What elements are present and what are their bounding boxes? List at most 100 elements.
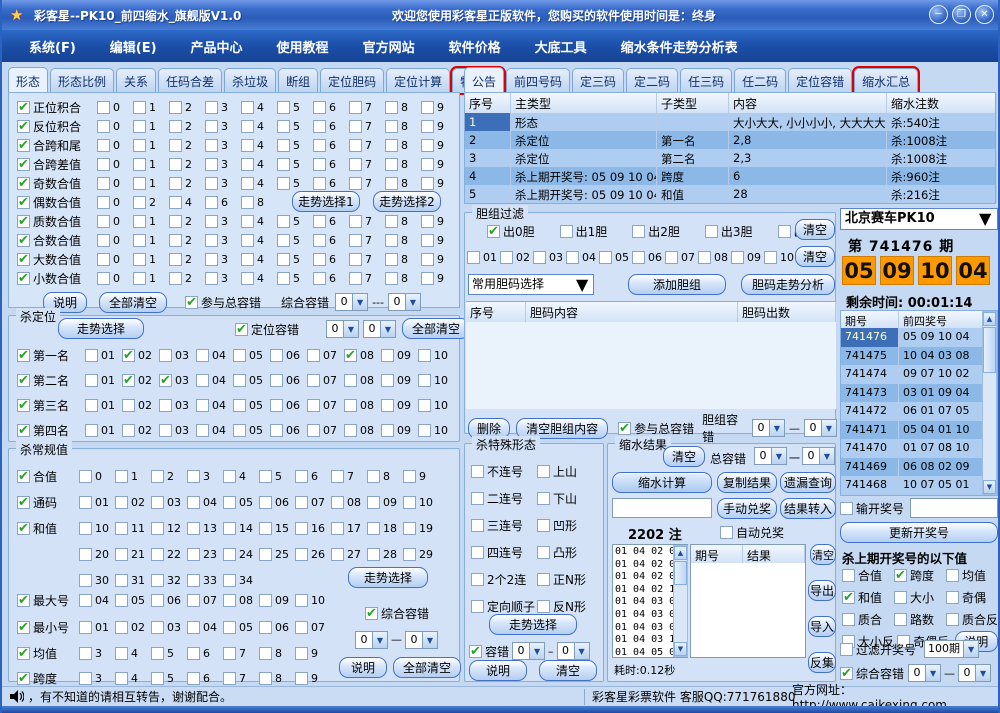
checkbox-box[interactable]: [169, 215, 182, 228]
checkbox-box[interactable]: [560, 225, 573, 238]
result-transfer-button[interactable]: 结果转入: [780, 498, 836, 519]
dan-number-checkbox[interactable]: 04: [566, 251, 599, 264]
checkbox-box[interactable]: [840, 643, 853, 656]
checkbox-box[interactable]: [259, 672, 272, 685]
option-checkbox[interactable]: 8: [385, 177, 408, 190]
option-checkbox[interactable]: 04: [196, 424, 226, 437]
option-checkbox[interactable]: 26: [295, 548, 325, 561]
option-checkbox[interactable]: 10: [418, 424, 448, 437]
checkbox-box[interactable]: [259, 594, 272, 607]
scroll-thumb[interactable]: [674, 561, 687, 585]
option-checkbox[interactable]: 7: [349, 101, 372, 114]
copy-result-button[interactable]: 复制结果: [717, 472, 777, 493]
table-row[interactable]: 74146810 07 05 01: [841, 476, 997, 495]
checkbox-box[interactable]: [418, 374, 431, 387]
option-checkbox[interactable]: 02: [122, 399, 152, 412]
menu-item[interactable]: 产品中心: [174, 37, 260, 56]
checkbox-box[interactable]: [840, 502, 853, 515]
menu-item[interactable]: 编辑(E): [93, 37, 174, 56]
checkbox-box[interactable]: [187, 647, 200, 660]
checkbox-box[interactable]: [241, 177, 254, 190]
checkbox-box[interactable]: [295, 672, 308, 685]
tab-前四号码[interactable]: 前四号码: [506, 68, 570, 93]
option-checkbox[interactable]: 0: [97, 215, 120, 228]
checkbox-box[interactable]: [196, 399, 209, 412]
checkbox-box[interactable]: [205, 272, 218, 285]
checkbox-box[interactable]: [277, 177, 290, 190]
checkbox-box[interactable]: [133, 120, 146, 133]
checkbox-box[interactable]: [537, 465, 550, 478]
option-checkbox[interactable]: 12: [151, 522, 181, 535]
option-checkbox[interactable]: 1: [133, 120, 156, 133]
checkbox-box[interactable]: ✔: [487, 225, 500, 238]
option-checkbox[interactable]: 09: [381, 374, 411, 387]
checkbox-box[interactable]: [115, 522, 128, 535]
kill-option-checkbox[interactable]: 质合反: [946, 611, 998, 628]
row-enable-checkbox[interactable]: ✔第四名: [17, 422, 69, 439]
checkbox-box[interactable]: [223, 470, 236, 483]
option-checkbox[interactable]: 2: [169, 177, 192, 190]
checkbox-box[interactable]: [385, 120, 398, 133]
option-checkbox[interactable]: 0: [97, 139, 120, 152]
option-checkbox[interactable]: 05: [233, 424, 263, 437]
row-enable-checkbox[interactable]: ✔合值: [17, 468, 57, 485]
option-checkbox[interactable]: 5: [277, 215, 300, 228]
checkbox-box[interactable]: ✔: [17, 101, 30, 114]
option-checkbox[interactable]: 3: [205, 215, 228, 228]
checkbox-box[interactable]: [133, 253, 146, 266]
option-checkbox[interactable]: 07: [307, 374, 337, 387]
position-tolerance-from-dropdown[interactable]: 0▼: [326, 320, 359, 338]
checkbox-box[interactable]: [115, 672, 128, 685]
checkbox-box[interactable]: [537, 546, 550, 559]
scroll-up-icon[interactable]: ▲: [674, 546, 687, 560]
table-row[interactable]: 5杀上期开奖号: 05 09 10 04和值28杀:216注: [465, 185, 995, 203]
option-checkbox[interactable]: 28: [367, 548, 397, 561]
checkbox-box[interactable]: [159, 424, 172, 437]
position-tolerance-to-dropdown[interactable]: 0▼: [363, 320, 396, 338]
option-checkbox[interactable]: 07: [187, 594, 217, 607]
checkbox-box[interactable]: [151, 496, 164, 509]
tolerance-to-dropdown[interactable]: 0▼: [804, 419, 837, 437]
checkbox-box[interactable]: [344, 424, 357, 437]
checkbox-box[interactable]: [331, 522, 344, 535]
tolerance-from-dropdown[interactable]: 0▼: [908, 664, 941, 682]
option-checkbox[interactable]: 8: [385, 120, 408, 133]
dan-number-checkbox[interactable]: 01: [467, 251, 500, 264]
kill-option-checkbox[interactable]: 合值: [842, 567, 894, 584]
option-checkbox[interactable]: 29: [403, 548, 433, 561]
checkbox-box[interactable]: ✔: [17, 349, 30, 362]
checkbox-box[interactable]: ✔: [840, 667, 853, 680]
checkbox-box[interactable]: [241, 139, 254, 152]
option-checkbox[interactable]: 5: [277, 177, 300, 190]
option-checkbox[interactable]: 11: [115, 522, 145, 535]
option-checkbox[interactable]: 8: [385, 272, 408, 285]
option-checkbox[interactable]: 3: [205, 101, 228, 114]
checkbox-box[interactable]: [115, 594, 128, 607]
checkbox-box[interactable]: ✔: [17, 647, 30, 660]
checkbox-box[interactable]: [313, 177, 326, 190]
checkbox-box[interactable]: [169, 234, 182, 247]
checkbox-box[interactable]: [151, 548, 164, 561]
shrink-calc-button[interactable]: 缩水计算: [612, 472, 712, 493]
row-enable-checkbox[interactable]: ✔质数合值: [17, 213, 81, 230]
table-row[interactable]: 74147409 07 10 02: [841, 365, 997, 384]
option-checkbox[interactable]: 21: [115, 548, 145, 561]
checkbox-box[interactable]: [471, 546, 484, 559]
option-checkbox[interactable]: 04: [196, 374, 226, 387]
trend-select-button[interactable]: 走势选择: [58, 318, 144, 339]
checkbox-box[interactable]: [349, 120, 362, 133]
checkbox-box[interactable]: [223, 574, 236, 587]
checkbox-box[interactable]: [277, 253, 290, 266]
option-checkbox[interactable]: 2: [169, 234, 192, 247]
option-checkbox[interactable]: 09: [367, 496, 397, 509]
checkbox-box[interactable]: [169, 101, 182, 114]
checkbox-box[interactable]: ✔: [17, 158, 30, 171]
option-checkbox[interactable]: 9: [421, 272, 444, 285]
option-checkbox[interactable]: 1: [133, 234, 156, 247]
tab-缩水汇总[interactable]: 缩水汇总: [854, 68, 918, 93]
checkbox-box[interactable]: [151, 672, 164, 685]
option-checkbox[interactable]: 0: [97, 158, 120, 171]
menu-item[interactable]: 官方网站: [346, 37, 432, 56]
checkbox-box[interactable]: [533, 251, 546, 264]
option-checkbox[interactable]: 03: [159, 349, 189, 362]
